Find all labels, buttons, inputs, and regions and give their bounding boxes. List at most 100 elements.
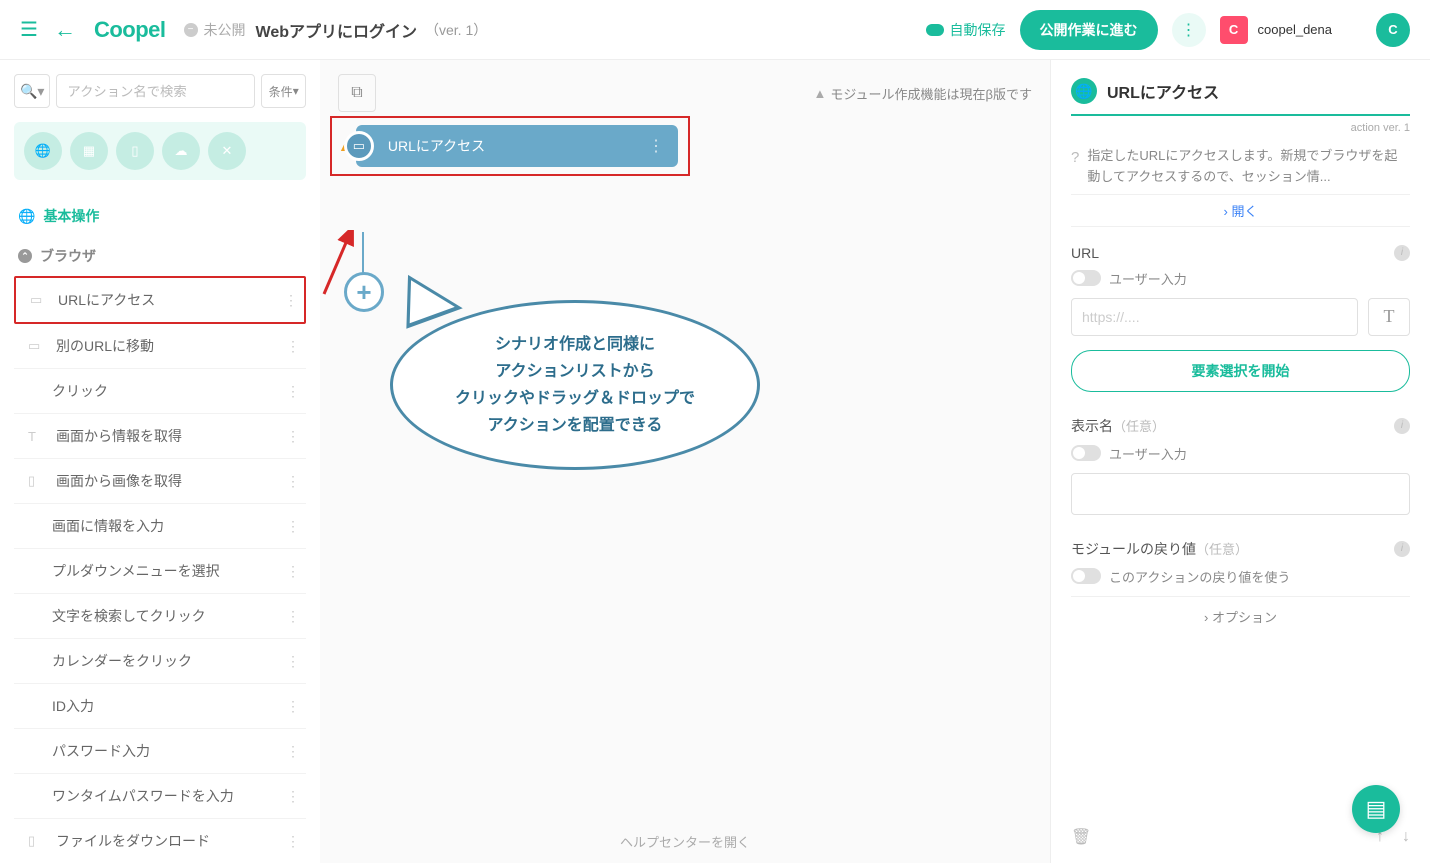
condition-filter[interactable]: 条件▾	[261, 74, 306, 108]
item-menu-icon[interactable]: ⋮	[286, 743, 300, 760]
bubble-line: シナリオ作成と同様に	[495, 331, 655, 358]
globe-icon[interactable]: 🌐	[24, 132, 62, 170]
canvas-node[interactable]: ▭ URLにアクセス ⋮	[356, 125, 678, 167]
info-icon[interactable]: i	[1394, 541, 1410, 557]
feedback-fab[interactable]: ▤	[1352, 785, 1400, 833]
action-item[interactable]: ▯ファイルをダウンロード⋮	[14, 819, 306, 863]
toggle-switch[interactable]	[1071, 270, 1101, 286]
user-input-toggle-row-2: ユーザー入力	[1071, 444, 1410, 463]
panel-version: action ver. 1	[1071, 122, 1410, 134]
action-label: カレンダーをクリック	[52, 651, 192, 671]
item-menu-icon[interactable]: ⋮	[286, 428, 300, 445]
trash-icon[interactable]: 🗑	[1071, 827, 1091, 847]
tools-icon[interactable]: ✕	[208, 132, 246, 170]
status-text: 未公開	[204, 20, 246, 40]
header-right: 自動保存 公開作業に進む ⋮ C coopel_dena C	[926, 10, 1410, 50]
beta-notice: ▲ モジュール作成機能は現在β版です	[814, 84, 1032, 103]
app-header: ☰ ← Coopel − 未公開 Webアプリにログイン （ver. 1） 自動…	[0, 0, 1430, 60]
action-item[interactable]: クリック⋮	[14, 369, 306, 414]
help-center-link[interactable]: ヘルプセンターを開く	[620, 832, 750, 851]
item-menu-icon[interactable]: ⋮	[286, 788, 300, 805]
search-input[interactable]	[56, 74, 255, 108]
expand-link[interactable]: › 開く	[1071, 194, 1410, 227]
item-menu-icon[interactable]: ⋮	[286, 383, 300, 400]
toggle-switch[interactable]	[1071, 568, 1101, 584]
item-menu-icon[interactable]: ⋮	[286, 653, 300, 670]
item-menu-icon[interactable]: ⋮	[286, 608, 300, 625]
speech-bubble: シナリオ作成と同様に アクションリストから クリックやドラッグ＆ドロップで アク…	[390, 300, 760, 470]
action-item[interactable]: パスワード入力⋮	[14, 729, 306, 774]
file-icon[interactable]: ▯	[116, 132, 154, 170]
action-item[interactable]: ワンタイムパスワードを入力⋮	[14, 774, 306, 819]
action-item[interactable]: ▯画面から画像を取得⋮	[14, 459, 306, 504]
item-icon: T	[28, 429, 46, 444]
action-label: 画面から画像を取得	[56, 471, 182, 491]
info-icon[interactable]: i	[1394, 245, 1410, 261]
item-menu-icon[interactable]: ⋮	[286, 473, 300, 490]
item-menu-icon[interactable]: ⋮	[286, 518, 300, 535]
bubble-line: アクションリストから	[495, 358, 654, 385]
sidebar: 🔍▾ 条件▾ 🌐 ▦ ▯ ☁ ✕ 🌐 基本操作 ⌃ ブラウザ ▭URLにアクセス…	[0, 60, 320, 863]
action-item[interactable]: T 画面から情報を取得 ⋮	[14, 414, 306, 459]
text-variable-button[interactable]: T	[1368, 298, 1410, 336]
action-label: ID入力	[52, 696, 94, 716]
copy-icon[interactable]: ⧉	[338, 74, 376, 112]
node-label: URLにアクセス	[388, 136, 485, 156]
arrow-down-icon[interactable]: ↓	[1402, 828, 1410, 846]
action-label: 画面から情報を取得	[56, 426, 182, 446]
help-icon: ?	[1071, 146, 1079, 188]
option-link[interactable]: › オプション	[1071, 596, 1410, 636]
toggle-switch[interactable]	[1071, 445, 1101, 461]
bubble-line: アクションを配置できる	[488, 412, 663, 439]
action-item[interactable]: プルダウンメニューを選択⋮	[14, 549, 306, 594]
action-item[interactable]: 画面に情報を入力 ⋮	[14, 504, 306, 549]
node-menu-icon[interactable]: ⋮	[648, 136, 664, 156]
globe-icon: 🌐	[1071, 78, 1097, 104]
action-item[interactable]: ▭別のURLに移動⋮	[14, 324, 306, 369]
start-element-select-button[interactable]: 要素選択を開始	[1071, 350, 1410, 392]
toggle-label: ユーザー入力	[1109, 444, 1187, 463]
panel-header: 🌐 URLにアクセス	[1071, 78, 1410, 116]
user-avatar-circle[interactable]: C	[1376, 13, 1410, 47]
item-menu-icon[interactable]: ⋮	[286, 338, 300, 355]
panel-description: ? 指定したURLにアクセスします。新規でブラウザを起動してアクセスするので、セ…	[1071, 146, 1410, 188]
app-icon[interactable]: ▦	[70, 132, 108, 170]
more-menu-button[interactable]: ⋮	[1172, 13, 1206, 47]
toggle-label: ユーザー入力	[1109, 269, 1187, 288]
display-name-input[interactable]	[1071, 473, 1410, 515]
url-field-label: URL i	[1071, 245, 1410, 261]
action-label: 画面に情報を入力	[52, 516, 164, 536]
action-item[interactable]: ID入力 ⋮	[14, 684, 306, 729]
desc-text: 指定したURLにアクセスします。新規でブラウザを起動してアクセスするので、セッシ…	[1087, 146, 1410, 188]
node-wrapper: ▲ ▭ URLにアクセス ⋮ + シナリオ作成と同様に アクションリストから ク…	[330, 116, 690, 176]
cloud-tool-icon[interactable]: ☁	[162, 132, 200, 170]
action-item[interactable]: 文字を検索してクリック⋮	[14, 594, 306, 639]
item-menu-icon[interactable]: ⋮	[286, 563, 300, 580]
category-basic[interactable]: 🌐 基本操作	[14, 196, 306, 236]
action-label: 別のURLに移動	[56, 336, 154, 356]
cloud-icon	[926, 24, 944, 36]
back-arrow-icon[interactable]: ←	[54, 17, 76, 43]
return-value-label: モジュールの戻り値（任意） i	[1071, 539, 1410, 559]
toggle-label: このアクションの戻り値を使う	[1109, 567, 1290, 586]
user-avatar-square: C	[1220, 16, 1248, 44]
canvas[interactable]: ⧉ ▲ モジュール作成機能は現在β版です ▲ ▭ URLにアクセス ⋮ +	[320, 60, 1050, 863]
url-input[interactable]	[1071, 298, 1358, 336]
user-chip[interactable]: C coopel_dena	[1220, 16, 1332, 44]
search-icon[interactable]: 🔍▾	[14, 74, 50, 108]
return-toggle-row: このアクションの戻り値を使う	[1071, 567, 1410, 586]
beta-text: モジュール作成機能は現在β版です	[830, 84, 1032, 103]
menu-icon[interactable]: ☰	[20, 17, 38, 42]
publish-button[interactable]: 公開作業に進む	[1020, 10, 1158, 50]
autosave-label: 自動保存	[950, 20, 1006, 40]
item-menu-icon[interactable]: ⋮	[286, 833, 300, 850]
bubble-line: クリックやドラッグ＆ドロップで	[455, 385, 695, 412]
info-icon[interactable]: i	[1394, 418, 1410, 434]
category-browser[interactable]: ⌃ ブラウザ	[14, 236, 306, 276]
panel-title: URLにアクセス	[1107, 79, 1219, 103]
item-menu-icon[interactable]: ⋮	[286, 698, 300, 715]
action-item[interactable]: ▭URLにアクセス⋮	[14, 276, 306, 324]
action-item[interactable]: カレンダーをクリック ⋮	[14, 639, 306, 684]
user-input-toggle-row: ユーザー入力	[1071, 269, 1410, 288]
item-menu-icon[interactable]: ⋮	[284, 292, 298, 309]
